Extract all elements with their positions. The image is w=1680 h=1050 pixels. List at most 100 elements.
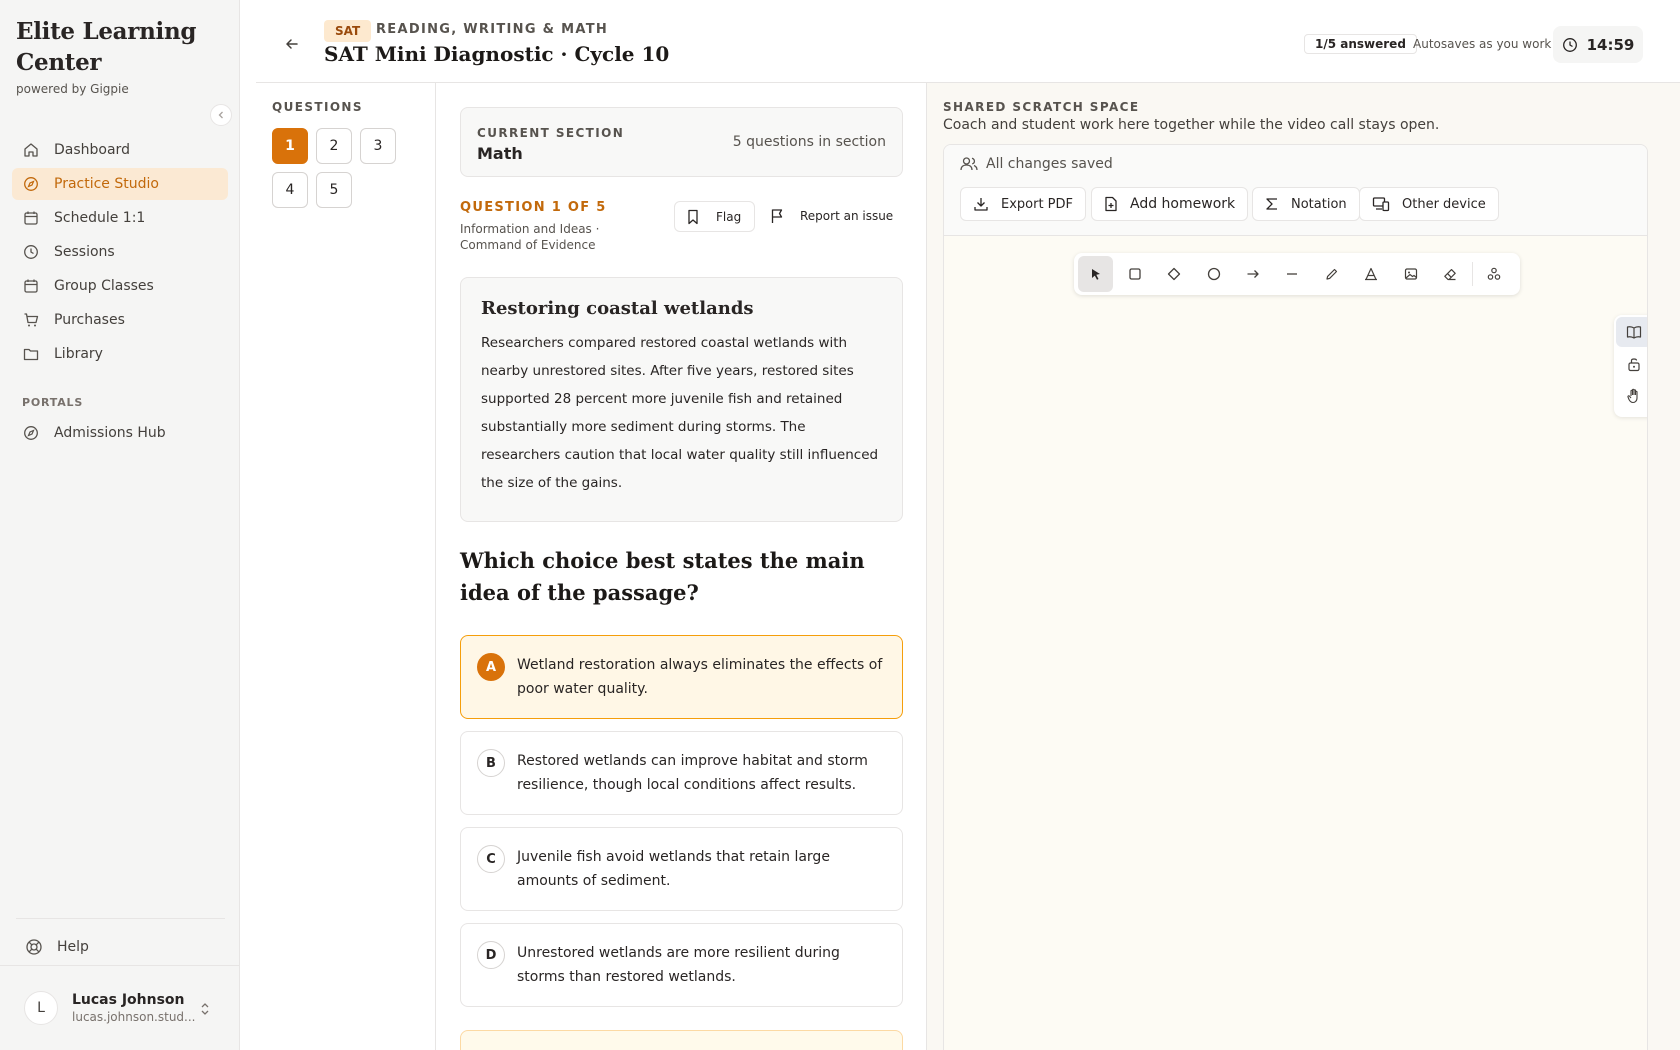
passage-title: Restoring coastal wetlands [481,298,754,319]
other-device-label: Other device [1402,196,1486,212]
lock-icon [1628,358,1640,372]
user-email: lucas.johnson.stud... [72,1010,196,1024]
sidebar-item-practice-studio[interactable]: Practice Studio [12,168,228,200]
arrow-tool[interactable] [1235,256,1270,292]
lifebuoy-icon [25,938,43,956]
sidebar-item-label: Group Classes [54,278,154,294]
sidebar-nav: Dashboard Practice Studio Schedule 1:1 S… [12,134,228,451]
diamond-tool[interactable] [1157,256,1192,292]
save-status: All changes saved [960,156,1113,172]
text-tool[interactable] [1354,256,1389,292]
line-tool[interactable] [1275,256,1310,292]
choice-text: Wetland restoration always eliminates th… [517,657,883,697]
questions-heading: QUESTIONS [272,100,363,114]
other-device-button[interactable]: Other device [1359,187,1499,221]
user-info: Lucas Johnson lucas.johnson.stud... [72,992,195,1024]
lock-button[interactable] [1616,349,1647,379]
exam-badge: SAT [324,20,372,42]
rectangle-tool[interactable] [1117,256,1152,292]
rectangle-icon [1129,268,1141,280]
question-button-2[interactable]: 2 [316,128,352,164]
chevron-up-down-icon [200,1002,210,1019]
brand-subtitle: powered by Gigpie [16,82,129,96]
pencil-tool[interactable] [1314,256,1349,292]
eraser-tool[interactable] [1432,256,1467,292]
hand-button[interactable] [1616,381,1647,411]
header-kicker: READING, WRITING & MATH [376,22,609,37]
add-homework-label: Add homework [1130,196,1236,212]
notation-button[interactable]: Notation [1252,187,1360,221]
question-panel: CURRENT SECTION Math 5 questions in sect… [436,83,927,1050]
sidebar-item-label: Library [54,346,103,362]
whiteboard[interactable]: All changes saved Export PDF Add homewor… [943,144,1648,1050]
sidebar-item-purchases[interactable]: Purchases [12,304,228,336]
chevron-left-icon [218,111,223,119]
report-issue-button[interactable]: Report an issue [770,208,893,224]
compass-icon [22,175,40,193]
add-homework-button[interactable]: Add homework [1091,187,1249,221]
shapes-library-tool[interactable] [1477,256,1512,292]
help-label: Help [57,939,89,955]
whiteboard-side-rail [1614,315,1647,417]
ellipse-tool[interactable] [1196,256,1231,292]
scratch-subtitle: Coach and student work here together whi… [943,117,1440,133]
section-value: Math [477,144,523,163]
question-button-4[interactable]: 4 [272,172,308,208]
sidebar-item-library[interactable]: Library [12,338,228,370]
section-count: 5 questions in section [732,134,886,150]
notation-label: Notation [1291,196,1347,212]
users-icon [960,156,978,172]
compass-icon [22,424,40,442]
sidebar-item-schedule[interactable]: Schedule 1:1 [12,202,228,234]
answer-choice-d[interactable]: D Unrestored wetlands are more resilient… [460,923,903,1007]
eraser-icon [1444,269,1456,281]
image-icon [1404,268,1417,280]
book-button[interactable] [1616,317,1647,347]
scratch-space: SHARED SCRATCH SPACE Coach and student w… [927,83,1680,1050]
export-pdf-label: Export PDF [1001,196,1074,212]
pencil-icon [1326,268,1337,280]
question-prompt: Which choice best states the main idea o… [460,548,865,605]
drawing-toolbar [1074,253,1520,295]
select-tool[interactable] [1078,256,1114,292]
bookmark-icon [686,209,700,225]
question-button-1[interactable]: 1 [272,128,308,164]
page-header: SAT READING, WRITING & MATH SAT Mini Dia… [256,0,1680,83]
question-grid: 1 2 3 4 5 [272,128,412,208]
portals-heading: PORTALS [22,396,84,409]
text-icon [1365,267,1378,281]
back-button[interactable] [280,32,304,56]
arrow-left-icon [286,39,298,49]
sidebar-item-label: Dashboard [54,142,130,158]
save-status-text: All changes saved [986,156,1113,172]
shapes-library-icon [1487,267,1501,280]
sidebar-item-group-classes[interactable]: Group Classes [12,270,228,302]
devices-icon [1372,196,1390,212]
question-meta: Information and Ideas · Command of Evide… [460,222,600,252]
sidebar-item-sessions[interactable]: Sessions [12,236,228,268]
help-link[interactable]: Help [16,931,225,963]
answer-choice-a[interactable]: A Wetland restoration always eliminates … [460,635,903,719]
cart-icon [22,311,40,329]
current-section-card: CURRENT SECTION Math 5 questions in sect… [460,107,903,177]
sidebar-item-admissions-hub[interactable]: Admissions Hub [12,417,228,449]
choice-text: Restored wetlands can improve habitat an… [517,753,868,793]
book-icon [1626,326,1642,339]
user-menu[interactable]: L Lucas Johnson lucas.johnson.stud... [0,965,240,1050]
question-button-3[interactable]: 3 [360,128,396,164]
answer-choice-c[interactable]: C Juvenile fish avoid wetlands that reta… [460,827,903,911]
whiteboard-header: All changes saved Export PDF Add homewor… [944,145,1647,236]
collapse-sidebar-button[interactable] [210,104,232,126]
export-pdf-button[interactable]: Export PDF [960,187,1087,221]
image-tool[interactable] [1393,256,1428,292]
clock-icon [22,243,40,261]
flag-button[interactable]: Flag [674,201,755,232]
choice-letter: A [477,653,505,681]
sidebar-item-dashboard[interactable]: Dashboard [12,134,228,166]
answer-choice-b[interactable]: B Restored wetlands can improve habitat … [460,731,903,815]
timer-value: 14:59 [1586,35,1635,54]
sidebar-item-label: Sessions [54,244,115,260]
question-button-5[interactable]: 5 [316,172,352,208]
avatar: L [24,991,58,1025]
select-icon [1091,269,1100,280]
